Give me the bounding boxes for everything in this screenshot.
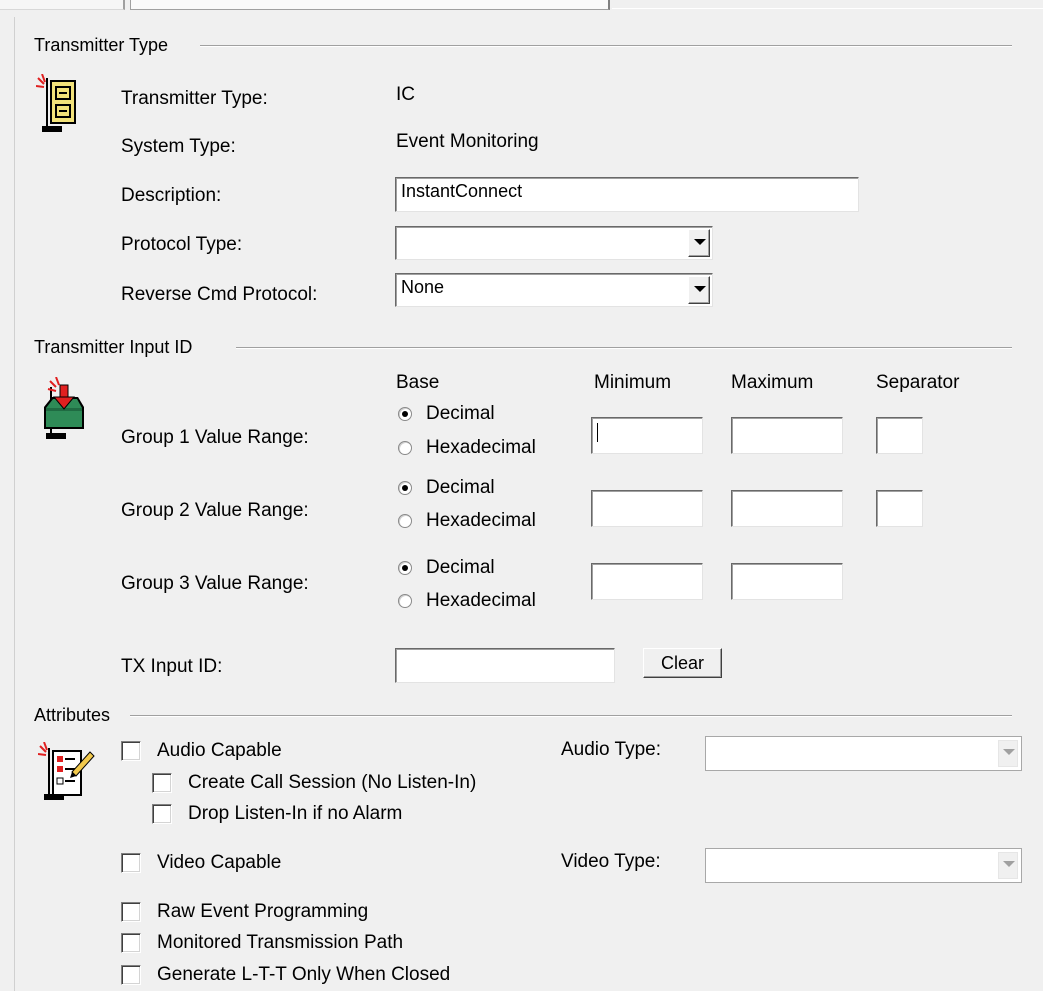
- drop-listen-in-checkbox[interactable]: Drop Listen-In if no Alarm: [152, 803, 402, 825]
- header-minimum: Minimum: [594, 372, 672, 393]
- group-3-decimal-radio[interactable]: Decimal: [398, 557, 495, 579]
- video-type-label: Video Type:: [561, 851, 661, 872]
- reverse-cmd-protocol-value: None: [401, 277, 445, 297]
- group-3-label: Group 3 Value Range:: [121, 573, 309, 594]
- checkbox-label: Generate L-T-T Only When Closed: [157, 964, 451, 985]
- group-divider: [130, 715, 1012, 717]
- section-title-attributes: Attributes: [34, 705, 119, 726]
- radio-label: Hexadecimal: [426, 590, 536, 611]
- group-1-separator-field[interactable]: [876, 417, 923, 454]
- group-2-separator-field[interactable]: [876, 490, 923, 527]
- group-2-decimal-radio[interactable]: Decimal: [398, 477, 495, 499]
- checkbox-box[interactable]: [121, 902, 141, 922]
- protocol-type-dropdown[interactable]: [395, 226, 713, 260]
- radio-selected-indicator[interactable]: [398, 481, 412, 495]
- group-2-maximum-field[interactable]: [731, 490, 843, 527]
- checklist-icon: [38, 742, 95, 800]
- radio-selected-indicator[interactable]: [398, 407, 412, 421]
- checkbox-label: Raw Event Programming: [157, 901, 369, 922]
- tx-input-id-field[interactable]: [395, 648, 615, 683]
- tab-current[interactable]: [130, 0, 610, 10]
- reverse-cmd-protocol-label: Reverse Cmd Protocol:: [121, 284, 318, 305]
- radio-label: Hexadecimal: [426, 437, 536, 458]
- description-value: InstantConnect: [401, 181, 523, 201]
- audio-capable-checkbox[interactable]: Audio Capable: [121, 740, 282, 762]
- inbox-download-icon: [44, 377, 84, 439]
- group-1-maximum-field[interactable]: [731, 417, 843, 454]
- chevron-down-icon: [694, 286, 706, 292]
- group-divider: [236, 347, 1012, 349]
- video-type-dropdown-button[interactable]: [998, 852, 1018, 879]
- radio-label: Decimal: [426, 403, 495, 424]
- checkbox-label: Video Capable: [157, 852, 282, 873]
- radio-selected-indicator[interactable]: [398, 561, 412, 575]
- protocol-type-label: Protocol Type:: [121, 234, 243, 255]
- checkbox-label: Audio Capable: [157, 740, 282, 761]
- reverse-cmd-protocol-dropdown-button[interactable]: [688, 276, 710, 304]
- radio-indicator[interactable]: [398, 514, 412, 528]
- group-1-hexadecimal-radio[interactable]: Hexadecimal: [398, 437, 536, 459]
- checkbox-box[interactable]: [121, 741, 141, 761]
- checkbox-box[interactable]: [152, 804, 172, 824]
- checkbox-box[interactable]: [121, 933, 141, 953]
- checkbox-label: Drop Listen-In if no Alarm: [188, 803, 403, 824]
- raw-event-programming-checkbox[interactable]: Raw Event Programming: [121, 901, 368, 923]
- radio-indicator[interactable]: [398, 594, 412, 608]
- generate-ltt-checkbox[interactable]: Generate L-T-T Only When Closed: [121, 964, 450, 986]
- text-caret: [597, 422, 598, 442]
- group-1-minimum-field[interactable]: [591, 417, 703, 454]
- radio-label: Hexadecimal: [426, 510, 536, 531]
- video-type-dropdown[interactable]: [705, 848, 1022, 883]
- section-title-transmitter-input-id: Transmitter Input ID: [34, 337, 201, 358]
- description-field[interactable]: InstantConnect: [395, 177, 859, 212]
- transmitter-type-label: Transmitter Type:: [121, 88, 268, 109]
- system-type-label: System Type:: [121, 136, 236, 157]
- checkbox-box[interactable]: [121, 853, 141, 873]
- checkbox-box[interactable]: [152, 773, 172, 793]
- header-maximum: Maximum: [731, 372, 814, 393]
- create-call-session-checkbox[interactable]: Create Call Session (No Listen-In): [152, 772, 476, 794]
- chevron-down-icon: [1003, 749, 1015, 755]
- clear-button[interactable]: Clear: [643, 648, 722, 678]
- radio-indicator[interactable]: [398, 441, 412, 455]
- tab-left[interactable]: [0, 0, 125, 10]
- group-1-label: Group 1 Value Range:: [121, 427, 309, 448]
- group-2-label: Group 2 Value Range:: [121, 500, 309, 521]
- header-separator: Separator: [876, 372, 960, 393]
- monitored-transmission-path-checkbox[interactable]: Monitored Transmission Path: [121, 932, 403, 954]
- chevron-down-icon: [694, 239, 706, 245]
- audio-type-dropdown[interactable]: [705, 736, 1022, 771]
- reverse-cmd-protocol-dropdown[interactable]: None: [395, 273, 713, 307]
- chevron-down-icon: [1003, 861, 1015, 867]
- tab-strip-edge: [612, 8, 1043, 9]
- group-3-maximum-field[interactable]: [731, 563, 843, 600]
- description-label: Description:: [121, 185, 222, 206]
- file-cabinet-icon: [36, 74, 76, 132]
- radio-label: Decimal: [426, 557, 495, 578]
- group-3-minimum-field[interactable]: [591, 563, 703, 600]
- group-1-decimal-radio[interactable]: Decimal: [398, 403, 495, 425]
- audio-type-label: Audio Type:: [561, 739, 662, 760]
- tx-input-id-label: TX Input ID:: [121, 656, 223, 677]
- checkbox-label: Monitored Transmission Path: [157, 932, 404, 953]
- group-2-hexadecimal-radio[interactable]: Hexadecimal: [398, 510, 536, 532]
- group-3-hexadecimal-radio[interactable]: Hexadecimal: [398, 590, 536, 612]
- transmitter-type-value: IC: [396, 84, 415, 105]
- system-type-value: Event Monitoring: [396, 131, 539, 152]
- group-divider: [200, 45, 1012, 47]
- checkbox-box[interactable]: [121, 965, 141, 985]
- header-base: Base: [396, 372, 440, 393]
- video-capable-checkbox[interactable]: Video Capable: [121, 852, 281, 874]
- section-title-transmitter-type: Transmitter Type: [34, 35, 177, 56]
- radio-label: Decimal: [426, 477, 495, 498]
- protocol-type-dropdown-button[interactable]: [688, 229, 710, 257]
- group-2-minimum-field[interactable]: [591, 490, 703, 527]
- checkbox-label: Create Call Session (No Listen-In): [188, 772, 477, 793]
- audio-type-dropdown-button[interactable]: [998, 740, 1018, 767]
